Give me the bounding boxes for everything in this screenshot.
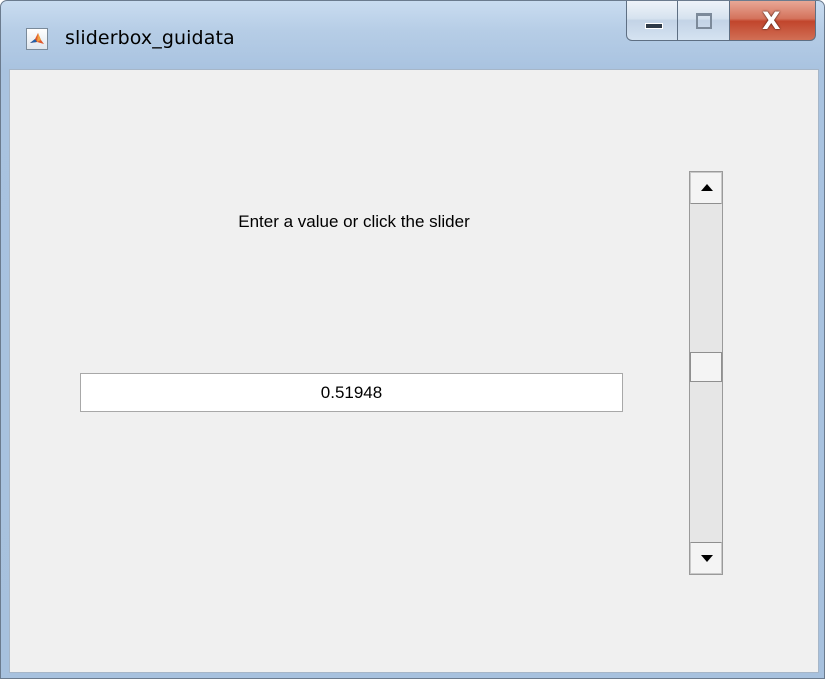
minimize-icon [645,23,663,29]
close-button[interactable]: X [730,1,816,41]
maximize-icon [696,13,712,29]
matlab-icon[interactable] [26,28,48,50]
figure-panel: Enter a value or click the slider [9,69,819,673]
slider-down-button[interactable] [690,542,722,574]
slider-thumb[interactable] [690,352,722,382]
app-window: sliderbox_guidata X Enter a value or cli… [0,0,825,679]
arrow-down-icon [701,555,713,562]
value-input[interactable] [80,373,623,412]
instruction-label: Enter a value or click the slider [238,212,470,231]
vertical-slider[interactable] [689,171,723,575]
slider-up-button[interactable] [690,172,722,204]
caption-buttons: X [626,1,816,45]
title-bar[interactable]: sliderbox_guidata X [1,1,824,67]
minimize-button[interactable] [626,1,678,41]
window-title: sliderbox_guidata [65,27,235,49]
maximize-button[interactable] [678,1,730,41]
arrow-up-icon [701,184,713,191]
close-icon: X [762,7,781,35]
